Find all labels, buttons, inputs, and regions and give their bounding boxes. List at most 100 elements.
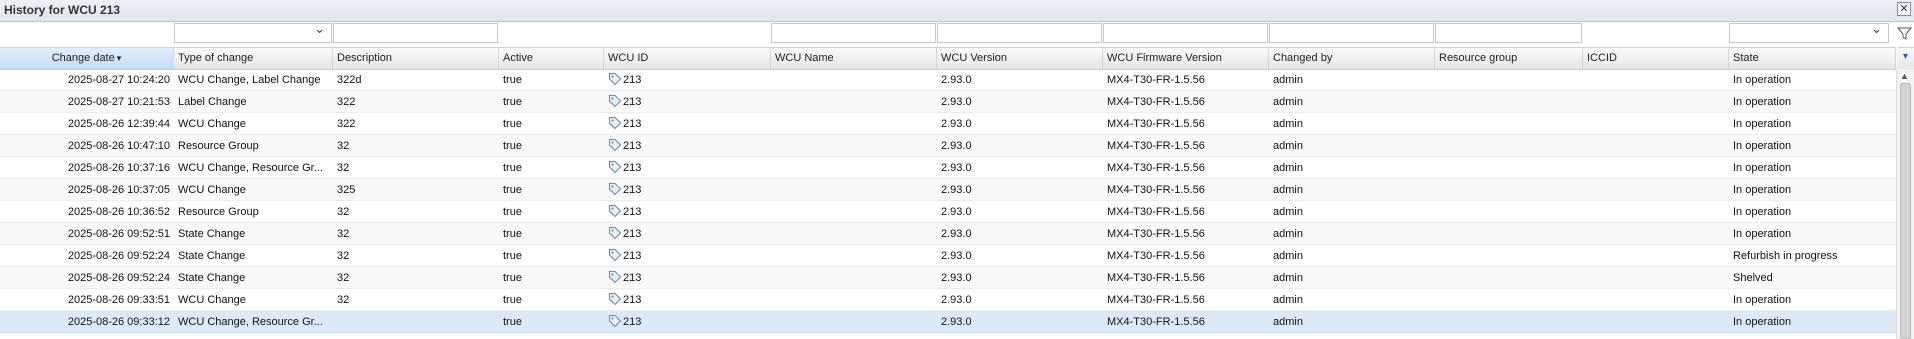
cell-active: true xyxy=(503,184,522,196)
scroll-up-icon[interactable]: ▲ xyxy=(1900,71,1909,81)
cell-type: WCU Change xyxy=(178,294,246,306)
table-row[interactable]: 2025-08-27 10:21:53 Label Change 322 true 21… xyxy=(0,91,1896,113)
column-header-label: Resource group xyxy=(1439,52,1518,64)
column-header-date[interactable]: Change date ▾ xyxy=(0,48,174,69)
cell-desc xyxy=(333,311,499,333)
column-header-wcuid[interactable]: WCU ID xyxy=(604,48,771,69)
table-row[interactable]: 2025-08-26 09:33:12 WCU Change, Resource … xyxy=(0,311,1896,333)
table-row[interactable]: 2025-08-26 09:33:51 WCU Change 32 true 213 2.… xyxy=(0,289,1896,311)
table-row[interactable]: 2025-08-26 10:37:16 WCU Change, Resource … xyxy=(0,157,1896,179)
wcu-id-value: 213 xyxy=(623,184,642,196)
cell-rg xyxy=(1435,91,1583,113)
column-header-rg[interactable]: Resource group xyxy=(1435,48,1583,69)
column-header-fw[interactable]: WCU Firmware Version xyxy=(1103,48,1269,69)
tag-icon xyxy=(609,161,622,174)
cell-date: 2025-08-26 10:47:10 xyxy=(67,140,170,152)
column-header-version[interactable]: WCU Version xyxy=(937,48,1103,69)
table-row[interactable]: 2025-08-26 09:52:24 State Change 32 true 213… xyxy=(0,267,1896,289)
tag-icon xyxy=(609,315,622,328)
cell-active: true xyxy=(503,294,522,306)
cell-iccid xyxy=(1583,289,1729,311)
column-header-state[interactable]: State xyxy=(1729,48,1896,69)
cell-desc: 32 xyxy=(337,228,350,240)
cell-type: Label Change xyxy=(178,96,247,108)
cell-name xyxy=(771,311,937,333)
chevron-down-icon[interactable]: ▾ xyxy=(1897,47,1914,70)
scrollbar-thumb[interactable] xyxy=(1900,83,1911,339)
column-header-by[interactable]: Changed by xyxy=(1269,48,1435,69)
wcu-name-filter[interactable] xyxy=(771,23,936,43)
wcu-id-value: 213 xyxy=(623,74,642,86)
cell-date: 2025-08-26 09:52:51 xyxy=(67,228,170,240)
wcu-firmware-filter[interactable] xyxy=(1103,23,1268,43)
column-header-label: Description xyxy=(337,52,393,64)
column-header-type[interactable]: Type of change xyxy=(174,48,333,69)
column-header-iccid[interactable]: ICCID xyxy=(1583,48,1729,69)
cell-date: 2025-08-26 09:52:24 xyxy=(67,272,170,284)
cell-rg xyxy=(1435,289,1583,311)
tag-icon xyxy=(609,249,622,262)
cell-rg xyxy=(1435,179,1583,201)
cell-by: admin xyxy=(1273,294,1303,306)
column-header-desc[interactable]: Description xyxy=(333,48,499,69)
table-row[interactable]: 2025-08-26 09:52:51 State Change 32 true 213… xyxy=(0,223,1896,245)
cell-by: admin xyxy=(1273,250,1303,262)
cell-date: 2025-08-26 12:39:44 xyxy=(67,118,170,130)
cell-iccid xyxy=(1583,69,1729,91)
wcu-id-value: 213 xyxy=(623,162,642,174)
close-icon[interactable]: ✕ xyxy=(1897,2,1911,16)
column-header-label: WCU ID xyxy=(608,52,649,64)
wcu-id-value: 213 xyxy=(623,250,642,262)
table-row[interactable]: 2025-08-26 09:52:24 State Change 32 true 213… xyxy=(0,245,1896,267)
cell-wcuid: 213 xyxy=(604,245,771,267)
cell-fw: MX4-T30-FR-1.5.56 xyxy=(1107,162,1205,174)
cell-rg xyxy=(1435,245,1583,267)
column-header-label: Change date xyxy=(51,52,115,64)
tag-icon xyxy=(609,205,622,218)
cell-state: In operation xyxy=(1733,162,1792,174)
cell-date: 2025-08-26 09:33:12 xyxy=(67,316,170,328)
column-header-label: WCU Name xyxy=(775,52,834,64)
cell-version: 2.93.0 xyxy=(941,140,972,152)
table-row[interactable]: 2025-08-27 10:24:20 WCU Change, Label Cha… xyxy=(0,69,1896,91)
column-header-active[interactable]: Active xyxy=(499,48,604,69)
cell-date: 2025-08-27 10:24:20 xyxy=(67,74,170,86)
changed-by-filter[interactable] xyxy=(1269,23,1434,43)
cell-rg xyxy=(1435,223,1583,245)
column-header-name[interactable]: WCU Name xyxy=(771,48,937,69)
description-filter[interactable] xyxy=(333,23,498,43)
wcu-version-filter[interactable] xyxy=(937,23,1102,43)
wcu-id-value: 213 xyxy=(623,140,642,152)
cell-wcuid: 213 xyxy=(604,135,771,157)
cell-type: WCU Change, Resource Gr... xyxy=(178,162,323,174)
resource-group-filter[interactable] xyxy=(1435,23,1582,43)
table-row[interactable]: 2025-08-26 12:39:44 WCU Change 322 true 213 2… xyxy=(0,113,1896,135)
sort-descending-icon: ▾ xyxy=(116,53,122,63)
state-filter[interactable] xyxy=(1729,21,1889,43)
cell-by: admin xyxy=(1273,96,1303,108)
column-header-row: Change date ▾ Type of change Description Act… xyxy=(0,47,1896,70)
table-row[interactable]: 2025-08-26 10:47:10 Resource Group 32 true 2… xyxy=(0,135,1896,157)
column-header-label: ICCID xyxy=(1587,52,1617,64)
table-row[interactable]: 2025-08-26 10:36:52 Resource Group 32 true 2… xyxy=(0,201,1896,223)
vertical-scrollbar[interactable]: ▲ xyxy=(1896,69,1914,339)
cell-rg xyxy=(1435,311,1583,333)
table-row[interactable]: 2025-08-26 10:37:05 WCU Change 325 true 213 2… xyxy=(0,179,1896,201)
cell-desc: 322 xyxy=(337,118,356,130)
cell-version: 2.93.0 xyxy=(941,118,972,130)
cell-date: 2025-08-26 10:37:16 xyxy=(67,162,170,174)
cell-version: 2.93.0 xyxy=(941,184,972,196)
funnel-icon[interactable] xyxy=(1897,26,1912,41)
cell-desc: 322 xyxy=(337,96,356,108)
cell-name xyxy=(771,289,937,311)
cell-desc: 32 xyxy=(337,206,350,218)
cell-iccid xyxy=(1583,113,1729,135)
cell-fw: MX4-T30-FR-1.5.56 xyxy=(1107,140,1205,152)
cell-active: true xyxy=(503,74,522,86)
cell-name xyxy=(771,179,937,201)
cell-name xyxy=(771,69,937,91)
cell-name xyxy=(771,113,937,135)
cell-version: 2.93.0 xyxy=(941,206,972,218)
type-of-change-filter[interactable] xyxy=(174,21,332,43)
cell-type: WCU Change xyxy=(178,184,246,196)
